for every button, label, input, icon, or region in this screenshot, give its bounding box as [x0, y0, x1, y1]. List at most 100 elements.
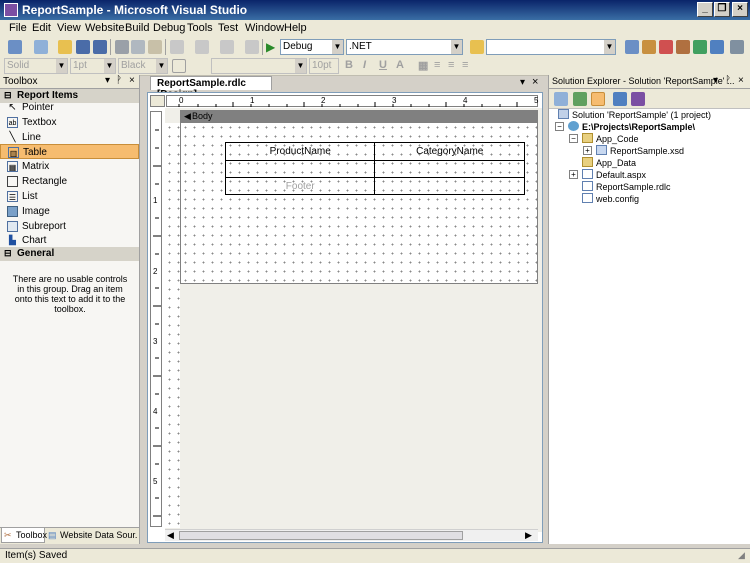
toolbox-item-table[interactable]: ▥ Table — [0, 144, 139, 159]
menu-file[interactable]: File — [9, 22, 27, 34]
find-dropdown[interactable]: ▼ — [486, 39, 616, 55]
minimize-button[interactable]: _ — [697, 2, 713, 17]
menu-tools[interactable]: Tools — [187, 22, 213, 34]
report-table[interactable]: ProductName CategoryName Footer — [224, 142, 525, 195]
solution-platform-dropdown[interactable]: .NET ▼ — [346, 39, 463, 55]
toolbar-options-icon[interactable] — [730, 40, 744, 54]
tree-project[interactable]: E:\Projects\ReportSample\ — [568, 121, 695, 132]
new-project-icon[interactable] — [8, 40, 22, 54]
navigate-forward-icon[interactable] — [245, 40, 259, 54]
toolbox-toolbar-icon[interactable] — [676, 40, 690, 54]
command-window-icon[interactable] — [710, 40, 724, 54]
font-family-dropdown[interactable]: ▼ — [211, 58, 307, 74]
toolbox-item-chart[interactable]: ▙ Chart — [0, 233, 139, 248]
object-browser-icon[interactable] — [659, 40, 673, 54]
font-color-icon[interactable]: A — [396, 59, 404, 71]
underline-icon[interactable]: U — [379, 59, 387, 71]
italic-icon[interactable]: I — [363, 59, 366, 71]
table-header-cell[interactable]: CategoryName — [374, 142, 525, 161]
copy-icon[interactable] — [131, 40, 145, 54]
tree-default-aspx[interactable]: Default.aspx — [582, 169, 646, 180]
toolbox-item-list[interactable]: ☰ List — [0, 189, 139, 204]
tree-expander-expand[interactable]: + — [583, 146, 592, 155]
maximize-button[interactable]: ❐ — [714, 2, 730, 17]
menu-edit[interactable]: Edit — [32, 22, 51, 34]
align-right-icon[interactable]: ≡ — [462, 59, 468, 71]
menu-window[interactable]: Window — [245, 22, 284, 34]
toolbox-dropdown-icon[interactable]: ▾ — [105, 75, 110, 86]
table-detail-cell[interactable] — [224, 160, 376, 178]
toolbox-item-subreport[interactable]: Subreport — [0, 219, 139, 234]
undo-icon[interactable] — [170, 40, 184, 54]
document-close-icon[interactable]: × — [532, 76, 538, 88]
tree-rdlc[interactable]: ReportSample.rdlc — [582, 181, 671, 192]
tree-solution[interactable]: Solution 'ReportSample' (1 project) — [558, 109, 711, 120]
tree-expander-collapse[interactable]: − — [569, 134, 578, 143]
tab-website-data-sources[interactable]: ▤ Website Data Sour... — [46, 529, 138, 543]
scroll-left-icon[interactable]: ◀ — [167, 530, 174, 541]
menu-test[interactable]: Test — [218, 22, 238, 34]
properties-icon[interactable] — [554, 92, 568, 106]
menu-view[interactable]: View — [57, 22, 81, 34]
document-dropdown-icon[interactable]: ▾ — [520, 77, 525, 88]
menu-debug[interactable]: Debug — [153, 22, 185, 34]
scroll-right-icon[interactable]: ▶ — [525, 530, 532, 541]
toolbox-item-line[interactable]: ╲ Line — [0, 130, 139, 145]
toolbox-close-icon[interactable]: × — [129, 75, 135, 86]
align-center-icon[interactable]: ≡ — [448, 59, 454, 71]
border-icon[interactable] — [172, 59, 186, 73]
find-in-files-icon[interactable] — [470, 40, 484, 54]
border-width-dropdown[interactable]: 1pt ▼ — [70, 58, 116, 74]
resize-grip-icon[interactable]: ◢ — [738, 550, 745, 561]
border-style-dropdown[interactable]: Solid ▼ — [4, 58, 68, 74]
background-color-icon[interactable]: ▦ — [418, 59, 428, 72]
toolbox-item-textbox[interactable]: ab Textbox — [0, 115, 139, 130]
font-size-dropdown[interactable]: 10pt — [309, 58, 339, 74]
general-section[interactable]: ⊟ General — [0, 247, 139, 261]
toolbox-pin-icon[interactable]: ᚹ — [116, 75, 122, 86]
nest-related-files-icon[interactable] — [613, 92, 627, 106]
scrollbar-thumb[interactable] — [179, 531, 463, 540]
cut-icon[interactable] — [115, 40, 129, 54]
tree-web-config[interactable]: web.config — [582, 193, 639, 204]
solution-configuration-dropdown[interactable]: Debug ▼ — [280, 39, 344, 55]
menu-help[interactable]: Help — [284, 22, 307, 34]
tree-xsd[interactable]: ReportSample.xsd — [596, 145, 684, 156]
menu-website[interactable]: Website — [85, 22, 125, 34]
copy-website-icon[interactable] — [631, 92, 645, 106]
properties-icon[interactable] — [642, 40, 656, 54]
solution-explorer-icon[interactable] — [625, 40, 639, 54]
table-detail-cell[interactable] — [374, 160, 525, 178]
refresh-icon[interactable] — [573, 92, 587, 106]
tab-report-design[interactable]: ReportSample.rdlc [Design] — [150, 76, 272, 100]
close-button[interactable]: × — [732, 2, 748, 17]
table-footer-cell[interactable] — [374, 177, 525, 195]
table-header-cell[interactable]: ProductName — [224, 142, 376, 161]
save-icon[interactable] — [76, 40, 90, 54]
solution-explorer-pin-icon[interactable]: ᚹ — [725, 75, 731, 86]
table-footer-cell[interactable]: Footer — [224, 177, 376, 195]
toolbox-item-image[interactable]: Image — [0, 204, 139, 219]
redo-icon[interactable] — [195, 40, 209, 54]
start-debugging-icon[interactable]: ▶ — [266, 40, 280, 54]
save-all-icon[interactable] — [93, 40, 107, 54]
solution-explorer-close-icon[interactable]: × — [738, 75, 744, 86]
tree-expander-expand[interactable]: + — [569, 170, 578, 179]
toolbox-item-matrix[interactable]: ▦ Matrix — [0, 159, 139, 174]
tree-app-code[interactable]: App_Code — [582, 133, 639, 144]
horizontal-scrollbar[interactable]: ◀ ▶ — [165, 529, 538, 541]
border-color-dropdown[interactable]: Black ▼ — [118, 58, 168, 74]
show-all-files-icon[interactable] — [591, 92, 605, 106]
navigate-back-icon[interactable] — [220, 40, 234, 54]
add-item-icon[interactable] — [34, 40, 48, 54]
tree-expander-collapse[interactable]: − — [555, 122, 564, 131]
tree-app-data[interactable]: App_Data — [582, 157, 636, 168]
start-page-icon[interactable] — [693, 40, 707, 54]
menu-build[interactable]: Build — [125, 22, 149, 34]
toolbox-item-rectangle[interactable]: Rectangle — [0, 174, 139, 189]
paste-icon[interactable] — [148, 40, 162, 54]
bold-icon[interactable]: B — [345, 59, 353, 71]
open-file-icon[interactable] — [58, 40, 72, 54]
body-header[interactable]: ◀ Body — [180, 110, 538, 123]
align-left-icon[interactable]: ≡ — [434, 59, 440, 71]
